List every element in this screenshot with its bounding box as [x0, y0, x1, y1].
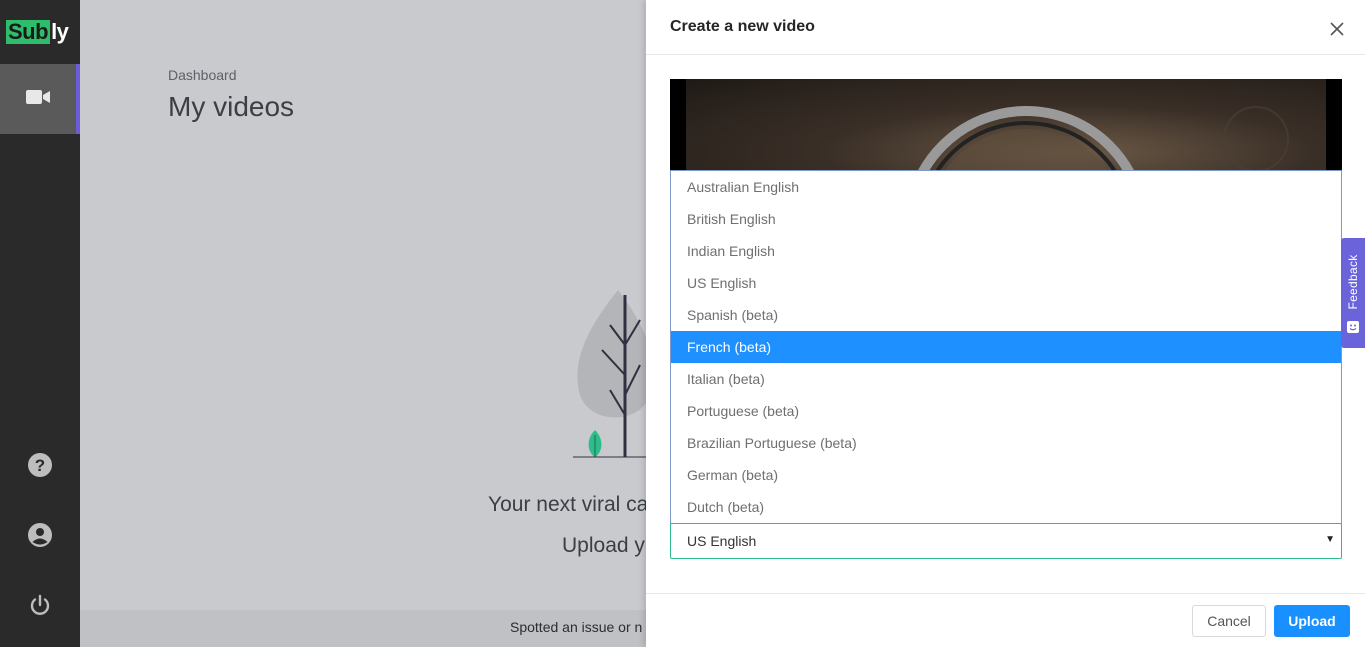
- caret-down-icon: ▼: [1325, 534, 1335, 545]
- feedback-tab[interactable]: Feedback: [1341, 238, 1365, 348]
- page-title: My videos: [168, 91, 295, 122]
- create-video-modal: Create a new video Australian English Bri…: [646, 0, 1365, 647]
- language-option[interactable]: US English: [671, 267, 1341, 299]
- language-option[interactable]: Spanish (beta): [671, 299, 1341, 331]
- feedback-footer-bar: Spotted an issue or n: [80, 610, 646, 647]
- sidebar-item-account[interactable]: [26, 522, 54, 553]
- language-dropdown-list: Australian English British English Indian …: [670, 170, 1342, 524]
- video-thumbnail-image: [686, 79, 1326, 171]
- language-option[interactable]: French (beta): [671, 331, 1341, 363]
- logo-highlight: Sub: [6, 19, 51, 44]
- empty-state-subtext: Upload y: [562, 534, 645, 557]
- sidebar-item-videos[interactable]: [0, 64, 80, 134]
- close-icon: [1330, 21, 1344, 41]
- modal-title: Create a new video: [670, 18, 815, 35]
- svg-text:?: ?: [35, 456, 45, 475]
- language-option[interactable]: German (beta): [671, 459, 1341, 491]
- smiley-icon: [1346, 320, 1360, 334]
- account-circle-icon: [27, 522, 53, 553]
- language-select[interactable]: US English ▼: [670, 523, 1342, 559]
- sidebar-item-logout[interactable]: [26, 593, 54, 621]
- help-circle-icon: ?: [27, 452, 53, 483]
- language-option[interactable]: Indian English: [671, 235, 1341, 267]
- app-logo[interactable]: Sub ly: [6, 18, 69, 46]
- empty-state-heading: Your next viral ca: [488, 493, 649, 516]
- footer-text[interactable]: Spotted an issue or n: [510, 619, 642, 635]
- cancel-button[interactable]: Cancel: [1192, 605, 1266, 637]
- close-button[interactable]: [1326, 20, 1348, 42]
- video-camera-icon: [25, 87, 51, 112]
- language-option[interactable]: Portuguese (beta): [671, 395, 1341, 427]
- upload-button[interactable]: Upload: [1274, 605, 1350, 637]
- modal-footer: Cancel Upload: [646, 593, 1365, 647]
- language-select-value: US English: [687, 533, 757, 549]
- feedback-label: Feedback: [1346, 254, 1360, 310]
- language-option[interactable]: Italian (beta): [671, 363, 1341, 395]
- language-option[interactable]: Brazilian Portuguese (beta): [671, 427, 1341, 459]
- sidebar: Sub ly ?: [0, 0, 80, 647]
- language-option[interactable]: Australian English: [671, 171, 1341, 203]
- breadcrumb[interactable]: Dashboard: [168, 67, 237, 83]
- power-icon: [28, 593, 52, 622]
- video-thumbnail: [670, 79, 1342, 171]
- logo-rest: ly: [51, 19, 69, 44]
- main-content: Dashboard My videos Your next viral ca U…: [80, 0, 688, 610]
- sidebar-item-help[interactable]: ?: [26, 452, 54, 483]
- language-option[interactable]: Dutch (beta): [671, 491, 1341, 523]
- modal-header: Create a new video: [646, 0, 1365, 55]
- language-option[interactable]: British English: [671, 203, 1341, 235]
